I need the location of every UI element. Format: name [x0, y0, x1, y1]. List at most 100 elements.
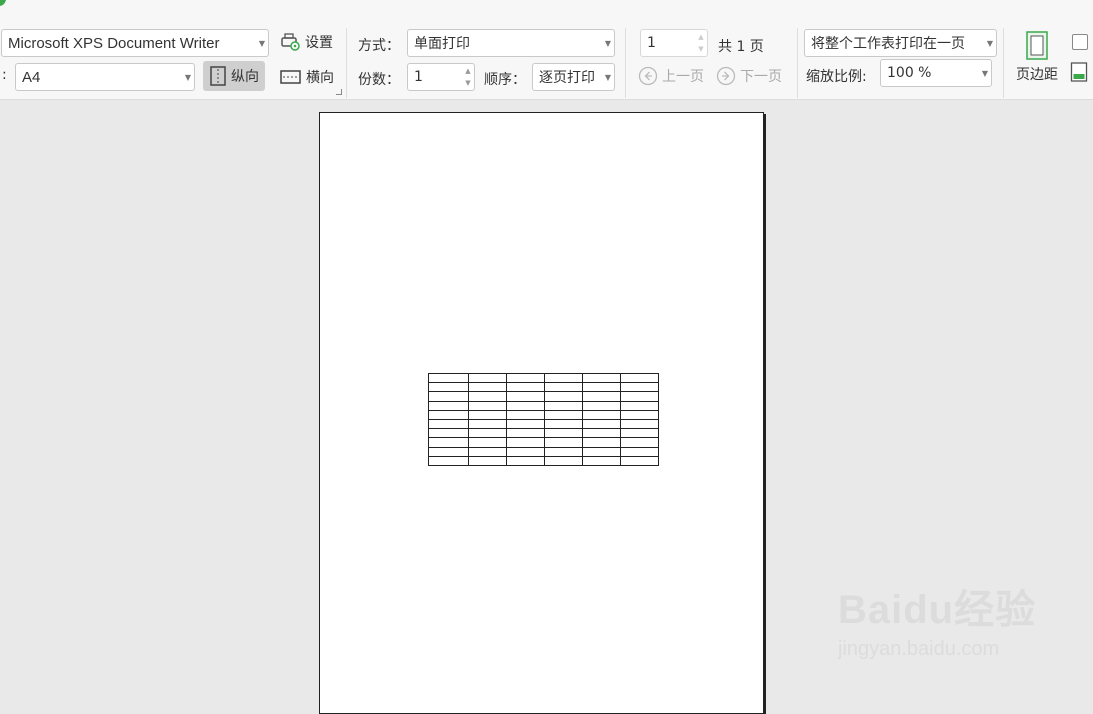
header-footer-icon[interactable] — [1070, 62, 1088, 82]
table-cell — [428, 437, 469, 448]
zoom-label: 缩放比例: — [806, 69, 867, 85]
table-cell — [506, 455, 545, 466]
mode-label: 方式： — [358, 38, 400, 54]
table-row — [428, 372, 659, 384]
copies-value: 1 — [414, 69, 423, 85]
group-expand-icon[interactable] — [336, 89, 342, 95]
table-cell — [506, 437, 545, 448]
table-cell — [582, 382, 621, 393]
table-cell — [506, 382, 545, 393]
chevron-down-icon: ▼ — [981, 68, 989, 78]
table-cell — [544, 428, 583, 439]
landscape-button[interactable]: 横向 — [280, 67, 334, 87]
page-stepper[interactable]: ▲ ▼ — [695, 30, 707, 56]
table-cell — [620, 446, 659, 457]
table-cell — [506, 372, 545, 384]
table-cell — [506, 409, 545, 420]
page-margins-icon — [1026, 31, 1048, 60]
copies-stepper[interactable]: ▲ ▼ — [462, 64, 474, 90]
page-number-value: 1 — [647, 35, 656, 51]
table-cell — [620, 400, 659, 411]
zoom-select[interactable]: 100 % ▼ — [880, 59, 992, 87]
print-order-select[interactable]: 逐页打印 ▼ — [532, 63, 615, 91]
copies-input[interactable]: 1 ▲ ▼ — [407, 63, 475, 91]
print-mode-select[interactable]: 单面打印 ▼ — [407, 29, 615, 57]
table-cell — [544, 418, 583, 430]
copies-label: 份数： — [358, 72, 400, 88]
table-cell — [544, 391, 583, 402]
chevron-down-icon: ▼ — [258, 38, 266, 48]
stepper-up-icon[interactable]: ▲ — [465, 65, 470, 77]
stepper-down-icon[interactable]: ▼ — [465, 77, 470, 89]
settings-button[interactable]: 设置 — [280, 32, 333, 52]
printer-select[interactable]: Microsoft XPS Document Writer ▼ — [1, 29, 269, 57]
printer-select-value: Microsoft XPS Document Writer — [8, 34, 220, 52]
table-cell — [468, 437, 507, 448]
arrow-left-circle-icon — [638, 66, 658, 86]
paper-size-value: A4 — [22, 68, 41, 86]
margins-button[interactable]: 页边距 — [1011, 30, 1063, 90]
table-row — [428, 437, 659, 448]
table-cell — [620, 391, 659, 402]
stepper-down-icon[interactable]: ▼ — [698, 43, 703, 55]
table-row — [428, 428, 659, 439]
table-cell — [506, 391, 545, 402]
settings-label: 设置 — [305, 35, 333, 51]
table-cell — [620, 437, 659, 448]
paper-size-select[interactable]: A4 ▼ — [15, 63, 195, 91]
table-cell — [428, 372, 469, 384]
separator — [346, 28, 347, 98]
table-cell — [582, 428, 621, 439]
table-cell — [428, 455, 469, 466]
table-cell — [468, 428, 507, 439]
chevron-down-icon: ▼ — [986, 38, 994, 48]
table-cell — [620, 372, 659, 384]
portrait-button[interactable]: 纵向 — [203, 61, 265, 91]
table-cell — [544, 437, 583, 448]
chevron-down-icon: ▼ — [184, 72, 192, 82]
table-cell — [468, 391, 507, 402]
prev-page-button[interactable]: 上一页 — [638, 66, 704, 86]
table-cell — [468, 382, 507, 393]
table-cell — [544, 455, 583, 466]
fit-option-select[interactable]: 将整个工作表打印在一页 ▼ — [804, 29, 997, 57]
separator — [797, 28, 798, 98]
print-order-value: 逐页打印 — [539, 70, 595, 86]
table-cell — [544, 409, 583, 420]
table-cell — [620, 409, 659, 420]
table-cell — [468, 409, 507, 420]
landscape-page-icon — [280, 70, 301, 84]
checkbox[interactable] — [1072, 34, 1088, 50]
table-row — [428, 382, 659, 393]
table-cell — [506, 428, 545, 439]
table-cell — [620, 418, 659, 430]
baidu-watermark: Baidu经验 jingyan.baidu.com — [838, 588, 1036, 661]
table-cell — [468, 446, 507, 457]
stepper-up-icon[interactable]: ▲ — [698, 31, 703, 43]
separator — [625, 28, 626, 98]
table-cell — [506, 400, 545, 411]
next-page-label: 下一页 — [740, 69, 782, 85]
table-cell — [428, 418, 469, 430]
table-cell — [544, 382, 583, 393]
table-cell — [544, 372, 583, 384]
table-cell — [468, 455, 507, 466]
margins-label: 页边距 — [1016, 67, 1058, 83]
page-number-input[interactable]: 1 ▲ ▼ — [640, 29, 708, 57]
table-row — [428, 400, 659, 411]
table-cell — [428, 400, 469, 411]
table-row — [428, 455, 659, 466]
portrait-page-icon — [210, 66, 226, 86]
table-cell — [620, 428, 659, 439]
table-cell — [506, 418, 545, 430]
next-page-button[interactable]: 下一页 — [716, 66, 782, 86]
zoom-value: 100 % — [887, 65, 932, 81]
chevron-down-icon: ▼ — [604, 38, 612, 48]
table-cell — [582, 409, 621, 420]
landscape-label: 横向 — [306, 70, 334, 86]
app-logo-icon — [0, 0, 6, 6]
watermark-url: jingyan.baidu.com — [838, 638, 1000, 660]
table-cell — [582, 446, 621, 457]
table-cell — [582, 418, 621, 430]
prev-page-label: 上一页 — [662, 69, 704, 85]
